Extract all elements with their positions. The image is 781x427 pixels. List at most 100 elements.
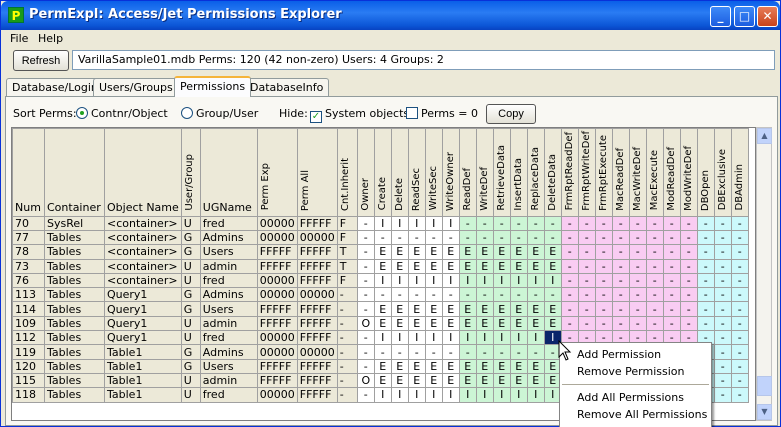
column-header[interactable]: DBExclusive [713, 128, 732, 217]
table-cell[interactable]: E [526, 244, 545, 260]
table-cell[interactable]: 00000 [296, 344, 338, 360]
column-header[interactable]: ModReadDef [662, 128, 681, 217]
table-cell[interactable]: - [336, 315, 358, 332]
sort-container-radio[interactable]: Contnr/Object [76, 107, 168, 120]
table-cell[interactable]: - [356, 301, 375, 317]
table-cell[interactable]: - [713, 372, 732, 389]
menu-file[interactable]: File [10, 32, 28, 45]
table-cell[interactable]: I [441, 387, 460, 403]
table-cell[interactable]: - [662, 315, 681, 332]
column-header[interactable]: RetrieveData [492, 128, 511, 217]
table-cell[interactable]: - [611, 315, 630, 332]
column-header[interactable]: ReadDef [458, 128, 477, 217]
table-row[interactable]: 109 Tables Query1 Uadmin FFFFF FFFFF - O E E E E E E E… [12, 315, 749, 332]
column-header[interactable]: User/Group [180, 128, 201, 217]
column-header[interactable]: Create [373, 128, 392, 217]
column-header[interactable]: MacReadDef [611, 128, 630, 217]
minimize-button[interactable]: _ [710, 6, 731, 27]
hide-system-checkbox[interactable]: ✓ System objects [310, 107, 409, 123]
table-cell[interactable]: - [577, 272, 596, 289]
table-cell[interactable]: E [543, 258, 562, 274]
table-cell[interactable]: - [628, 315, 647, 332]
table-cell[interactable]: - [713, 258, 732, 274]
maximize-button[interactable]: □ [734, 6, 755, 27]
table-cell[interactable]: I [475, 387, 494, 403]
table-cell[interactable]: F [336, 229, 358, 246]
table-cell[interactable]: I [543, 272, 562, 289]
table-cell[interactable]: admin [199, 258, 258, 274]
table-cell[interactable]: - [373, 287, 392, 303]
table-cell[interactable]: - [611, 258, 630, 274]
table-cell[interactable]: Table1 [104, 372, 182, 389]
column-header[interactable]: MacExecute [645, 128, 664, 217]
table-cell[interactable]: - [730, 287, 749, 303]
table-cell[interactable]: I [441, 272, 460, 289]
table-cell[interactable]: - [628, 301, 647, 317]
column-header[interactable]: FrmRptWriteDef [577, 128, 596, 217]
table-cell[interactable]: I [390, 330, 409, 346]
table-cell[interactable]: FFFFF [256, 315, 298, 332]
table-cell[interactable]: - [611, 287, 630, 303]
table-cell[interactable]: 119 [12, 344, 45, 360]
table-cell[interactable]: - [594, 315, 613, 332]
table-cell[interactable]: - [373, 229, 392, 246]
table-cell[interactable]: - [730, 387, 749, 403]
remove-permission-item[interactable]: Remove Permission [577, 365, 684, 378]
table-cell[interactable]: I [458, 330, 477, 346]
table-cell[interactable]: - [356, 287, 375, 303]
table-cell[interactable]: T [336, 258, 358, 274]
table-row[interactable]: 78 Tables <container> G Users FFFFF FFFFF T - E E E… [12, 244, 749, 260]
table-cell[interactable]: - [713, 344, 732, 360]
table-cell[interactable]: I [441, 330, 460, 346]
table-cell[interactable]: FFFFF [296, 372, 338, 389]
table-cell[interactable]: - [577, 315, 596, 332]
table-row[interactable]: 114 Tables Query1 G Users FFFFF FFFFF - - E E E E E E E… [12, 301, 749, 317]
table-cell[interactable]: E [475, 315, 494, 332]
table-cell[interactable]: E [407, 244, 426, 260]
table-cell[interactable]: - [713, 272, 732, 289]
tab-users-groups[interactable]: Users/Groups [93, 78, 179, 96]
table-cell[interactable]: - [679, 272, 698, 289]
table-cell[interactable]: I [475, 330, 494, 346]
table-cell[interactable]: - [577, 287, 596, 303]
table-cell[interactable]: E [424, 358, 443, 374]
table-cell[interactable]: E [458, 358, 477, 374]
table-cell[interactable]: - [696, 315, 715, 332]
table-cell[interactable]: E [373, 258, 392, 274]
table-cell[interactable]: E [492, 258, 511, 274]
table-cell[interactable]: E [390, 315, 409, 332]
table-cell[interactable]: - [679, 315, 698, 332]
table-cell[interactable]: fred [199, 330, 258, 346]
table-cell[interactable]: 00000 [256, 344, 298, 360]
table-cell[interactable]: E [526, 315, 545, 332]
table-cell[interactable]: - [336, 372, 358, 389]
table-cell[interactable]: E [441, 258, 460, 274]
table-cell[interactable]: <container> [104, 215, 182, 232]
table-cell[interactable]: - [458, 215, 477, 232]
table-cell[interactable]: 118 [12, 387, 45, 403]
table-cell[interactable]: - [730, 215, 749, 232]
table-cell[interactable]: - [611, 301, 630, 317]
table-cell[interactable]: - [509, 215, 528, 232]
table-cell[interactable]: E [509, 244, 528, 260]
table-cell[interactable]: FFFFF [296, 215, 338, 232]
table-cell[interactable]: I [407, 272, 426, 289]
table-cell[interactable]: I [424, 330, 443, 346]
table-cell[interactable]: - [594, 287, 613, 303]
table-cell[interactable]: admin [199, 315, 258, 332]
column-header[interactable]: Num [12, 128, 45, 217]
table-cell[interactable]: F [336, 215, 358, 232]
table-cell[interactable]: - [390, 344, 409, 360]
table-cell[interactable]: Users [199, 358, 258, 374]
column-header[interactable]: DBOpen [696, 128, 715, 217]
table-cell[interactable]: - [628, 258, 647, 274]
table-cell[interactable]: Table1 [104, 344, 182, 360]
column-header[interactable]: Container [44, 128, 105, 217]
table-cell[interactable]: - [441, 287, 460, 303]
table-cell[interactable]: - [662, 258, 681, 274]
table-cell[interactable]: - [560, 287, 579, 303]
table-cell[interactable]: - [696, 272, 715, 289]
table-cell[interactable]: U [180, 258, 201, 274]
table-cell[interactable]: - [336, 358, 358, 374]
table-cell[interactable]: I [441, 215, 460, 232]
